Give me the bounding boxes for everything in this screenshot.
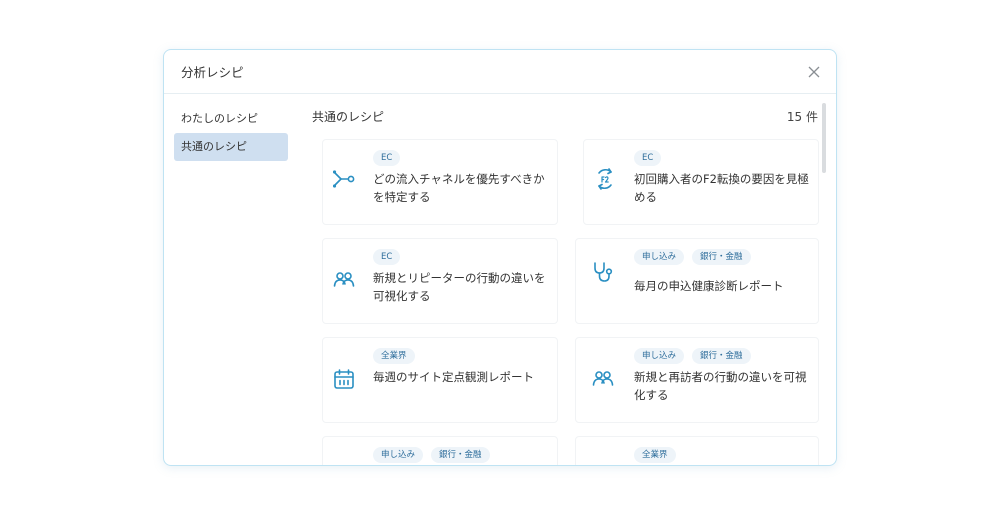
recipe-card[interactable]: EC 初回購入者のF2転換の要因を見極める [583, 139, 819, 225]
recipe-title: 毎週のサイト定点観測レポート [373, 370, 534, 384]
recipe-card[interactable]: 申し込み 銀行・金融 新規と再訪者の行動の違いを可視化する [575, 337, 819, 423]
section-title: 共通のレシピ [312, 110, 385, 124]
tag-list: 全業界 [634, 447, 676, 463]
tag-list: EC [373, 249, 401, 265]
f2-conversion-icon [594, 168, 616, 190]
dialog-title: 分析レシピ [181, 65, 244, 80]
recipe-title: どの流入チャネルを優先すべきかを特定する [373, 172, 545, 204]
recipe-dialog: 分析レシピ わたしのレシピ 共通のレシピ 共通のレシピ 15 件 EC どの流入… [163, 49, 837, 466]
stethoscope-icon [592, 261, 614, 283]
tag: 全業界 [634, 447, 676, 463]
tag-list: 申し込み 銀行・金融 [373, 447, 490, 463]
result-count: 15 件 [786, 110, 818, 124]
recipe-title: 毎月の申込健康診断レポート [634, 279, 784, 293]
sidebar-item-shared-recipes[interactable]: 共通のレシピ [174, 133, 288, 161]
channel-split-icon [332, 168, 355, 190]
tag-list: 申し込み 銀行・金融 [634, 348, 751, 364]
dialog-body: わたしのレシピ 共通のレシピ 共通のレシピ 15 件 EC どの流入チャネルを優… [164, 95, 836, 465]
recipe-list-panel: 共通のレシピ 15 件 EC どの流入チャネルを優先すべきかを特定する EC 初… [312, 95, 828, 465]
tag: 申し込み [634, 249, 685, 265]
users-icon [333, 269, 355, 291]
tag-list: EC [634, 150, 662, 166]
recipe-card[interactable]: 全業界 [575, 436, 819, 465]
tag: EC [373, 249, 401, 265]
close-button[interactable] [806, 64, 822, 80]
recipe-title: 新規と再訪者の行動の違いを可視化する [634, 370, 807, 402]
list-header: 共通のレシピ 15 件 [312, 108, 818, 126]
close-icon [808, 66, 820, 78]
sidebar-item-my-recipes[interactable]: わたしのレシピ [174, 105, 288, 133]
tag: 全業界 [373, 348, 415, 364]
users-icon [592, 368, 614, 390]
tag: 銀行・金融 [431, 447, 490, 463]
tag: 銀行・金融 [692, 249, 751, 265]
tag-list: 全業界 [373, 348, 415, 364]
tag: 申し込み [634, 348, 685, 364]
recipe-title: 新規とリピーターの行動の違いを可視化する [373, 271, 546, 303]
scrollbar[interactable] [822, 103, 826, 173]
tag: EC [373, 150, 401, 166]
tag-list: EC [373, 150, 401, 166]
recipe-title: 初回購入者のF2転換の要因を見極める [634, 172, 809, 204]
recipe-card[interactable]: EC どの流入チャネルを優先すべきかを特定する [322, 139, 558, 225]
recipe-card[interactable]: 申し込み 銀行・金融 [322, 436, 558, 465]
tag-list: 申し込み 銀行・金融 [634, 249, 751, 265]
sidebar: わたしのレシピ 共通のレシピ [174, 105, 288, 161]
calendar-icon [333, 368, 355, 390]
tag: EC [634, 150, 662, 166]
recipe-card[interactable]: 全業界 毎週のサイト定点観測レポート [322, 337, 558, 423]
recipe-card[interactable]: 申し込み 銀行・金融 毎月の申込健康診断レポート [575, 238, 819, 324]
dialog-header: 分析レシピ [164, 50, 836, 94]
recipe-card[interactable]: EC 新規とリピーターの行動の違いを可視化する [322, 238, 558, 324]
tag: 銀行・金融 [692, 348, 751, 364]
tag: 申し込み [373, 447, 424, 463]
